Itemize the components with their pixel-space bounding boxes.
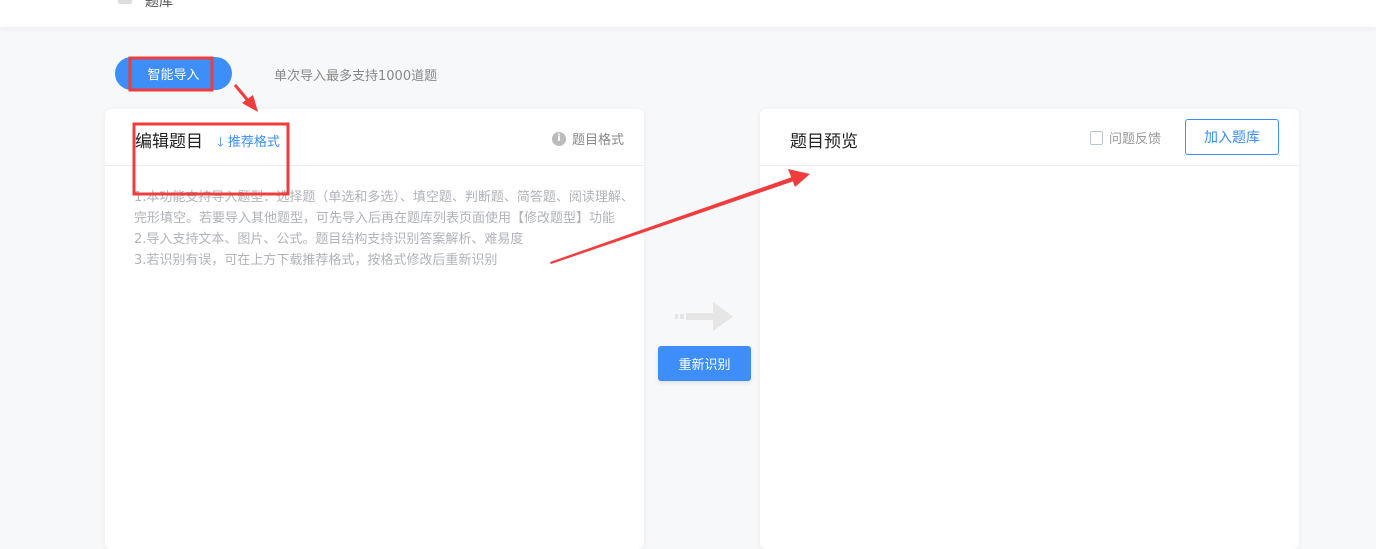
editor-title: 编辑题目 [135,132,203,152]
recognize-again-button[interactable]: 重新识别 [658,346,751,381]
download-format-link[interactable]: 🡓 推荐格式 [217,131,280,155]
feedback-label: 问题反馈 [1109,132,1162,147]
info-icon: i [551,131,566,146]
bank-icon [118,0,132,4]
editor-textarea[interactable]: 1.本功能支持导入题型：选择题（单选和多选）、填空题、判断题、简答题、阅读理解、… [134,187,634,271]
convert-arrow-icon [675,302,733,331]
format-help-label: 题目格式 [571,133,624,148]
editor-header: 编辑题目 🡓 推荐格式 i 题目格式 [105,109,644,166]
instruction-line: 1.本功能支持导入题型：选择题（单选和多选）、填空题、判断题、简答题、阅读理解、… [134,190,634,226]
feedback-link[interactable]: 问题反馈 [1090,128,1161,147]
preview-header: 题目预览 问题反馈 加入题库 [760,109,1299,166]
preview-panel: 题目预览 问题反馈 加入题库 [760,109,1299,549]
preview-title: 题目预览 [790,132,858,152]
breadcrumb[interactable]: 题库 [145,0,173,11]
download-arrow-icon: 🡓 [217,135,224,150]
instruction-line: 3.若识别有误，可在上方下载推荐格式，按格式修改后重新识别 [134,253,498,268]
editor-panel: 编辑题目 🡓 推荐格式 i 题目格式 1.本功能支持导入题型：选择题（单选和多选）… [105,109,644,549]
download-format-label: 推荐格式 [227,135,280,150]
top-bar: 题库 [0,0,1376,27]
add-to-bank-button[interactable]: 加入题库 [1185,119,1279,155]
instruction-line: 2.导入支持文本、图片、公式。题目结构支持识别答案解析、难易度 [134,232,524,247]
format-help-link[interactable]: i 题目格式 [551,129,624,148]
import-limit-tip: 单次导入最多支持1000道题 [274,69,438,84]
edit-note-icon [1090,130,1103,145]
annotation-arrow [233,84,258,112]
smart-import-button[interactable]: 智能导入 [115,57,232,90]
